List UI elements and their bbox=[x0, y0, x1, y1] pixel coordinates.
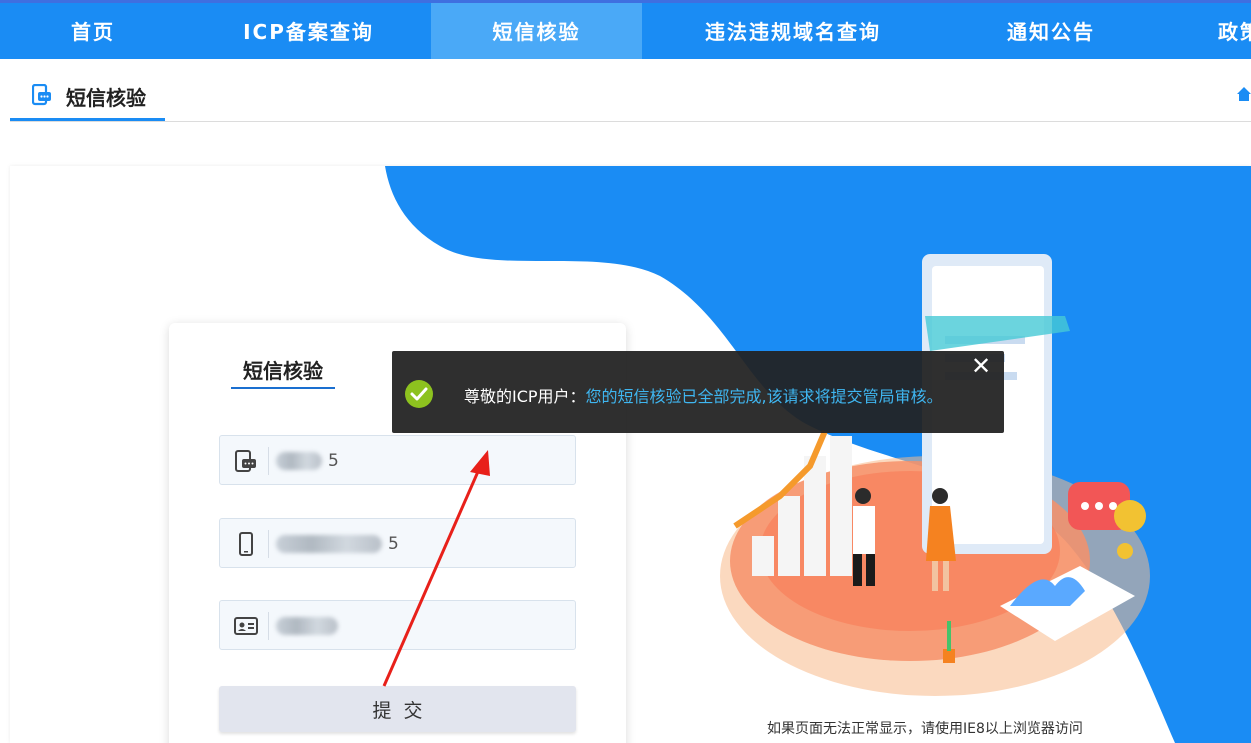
page-header: 短信核验 bbox=[10, 70, 1251, 122]
id-card-icon bbox=[234, 617, 258, 635]
browser-compat-note: 如果页面无法正常显示，请使用IE8以上浏览器访问 bbox=[767, 721, 1083, 737]
field-separator bbox=[268, 530, 269, 558]
field-separator bbox=[268, 447, 269, 475]
page-title-tab: 短信核验 bbox=[10, 70, 165, 121]
person-woman bbox=[932, 488, 948, 504]
close-icon[interactable]: ✕ bbox=[970, 354, 992, 378]
decorative-bar bbox=[804, 456, 826, 576]
submit-button[interactable]: 提交 bbox=[219, 686, 576, 732]
decorative-bar bbox=[830, 436, 852, 576]
person-man bbox=[853, 506, 875, 554]
mobile-phone-icon bbox=[239, 532, 253, 556]
toast-message: 尊敬的ICP用户：您的短信核验已全部完成,该请求将提交管局审核。 bbox=[464, 383, 943, 407]
main-panel: 短信核验 5 5 提交 如果页面无法正常显示，请使用IE8以上浏览器访问 bbox=[10, 166, 1251, 743]
nav-item-illegal-domain-query[interactable]: 违法违规域名查询 bbox=[642, 3, 944, 59]
id-number-field[interactable] bbox=[219, 600, 576, 650]
decorative-bar bbox=[778, 496, 800, 576]
top-navigation: 首页 ICP备案查询 短信核验 违法违规域名查询 通知公告 政策 bbox=[0, 0, 1251, 59]
form-tab-sms-verify[interactable]: 短信核验 bbox=[231, 355, 335, 389]
field-separator bbox=[268, 612, 269, 640]
verification-code-field[interactable] bbox=[219, 435, 576, 485]
sms-verify-icon bbox=[235, 450, 256, 472]
verification-code-input[interactable] bbox=[276, 446, 566, 476]
mobile-number-field[interactable] bbox=[219, 518, 576, 568]
toast-highlight-text: 您的短信核验已全部完成,该请求将提交管局审核。 bbox=[585, 387, 943, 406]
nav-item-icp-query[interactable]: ICP备案查询 bbox=[186, 3, 431, 59]
page-title: 短信核验 bbox=[66, 86, 146, 110]
plant-decoration bbox=[943, 649, 955, 663]
decorative-bar bbox=[752, 536, 774, 576]
home-icon[interactable] bbox=[1237, 86, 1251, 102]
nav-item-home[interactable]: 首页 bbox=[0, 3, 186, 59]
nav-item-notices[interactable]: 通知公告 bbox=[944, 3, 1158, 59]
toast-prefix: 尊敬的ICP用户： bbox=[464, 387, 586, 406]
id-number-input[interactable] bbox=[276, 611, 566, 641]
success-check-icon bbox=[405, 380, 433, 408]
success-toast: 尊敬的ICP用户：您的短信核验已全部完成,该请求将提交管局审核。 ✕ bbox=[392, 351, 1004, 433]
mobile-number-input[interactable] bbox=[276, 529, 566, 559]
nav-item-policy[interactable]: 政策 bbox=[1158, 3, 1251, 59]
nav-item-sms-verify[interactable]: 短信核验 bbox=[431, 3, 642, 59]
sms-verify-icon bbox=[32, 84, 51, 106]
